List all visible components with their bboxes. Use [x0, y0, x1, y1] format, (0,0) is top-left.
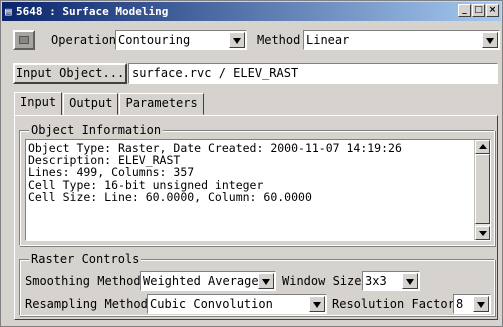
window-title: 5648 : Surface Modeling — [16, 5, 169, 18]
method-value: Linear — [306, 33, 350, 47]
chevron-down-icon[interactable] — [309, 296, 325, 312]
input-object-button[interactable]: Input Object... — [13, 63, 127, 84]
resampling-method-label: Resampling Method — [25, 297, 148, 311]
object-information-lines: Object Type: Raster, Date Created: 2000-… — [28, 142, 402, 203]
window-size-label: Window Size — [282, 274, 362, 288]
operation-value: Contouring — [118, 33, 191, 47]
resolution-factor-value: 8 — [456, 297, 464, 311]
resampling-method-value: Cubic Convolution — [150, 297, 273, 311]
method-select[interactable]: Linear — [303, 30, 500, 50]
vertical-scrollbar[interactable] — [474, 140, 490, 240]
tab-output[interactable]: Output — [63, 93, 119, 115]
raster-controls-title: Raster Controls — [29, 252, 142, 266]
operation-select[interactable]: Contouring — [115, 30, 247, 50]
info-line: Cell Type: 16-bit unsigned integer — [28, 177, 264, 192]
window-size-select[interactable]: 3x3 — [362, 271, 420, 291]
method-label: Method — [257, 33, 301, 47]
operation-label: Operation — [51, 33, 117, 47]
resampling-method-select[interactable]: Cubic Convolution — [147, 294, 327, 314]
module-icon[interactable] — [13, 30, 35, 50]
tab-bar: Input Output Parameters — [14, 92, 205, 116]
object-information-title: Object Information — [29, 123, 164, 137]
minimize-icon[interactable]: _ — [458, 4, 471, 17]
scrollbar-thumb[interactable] — [475, 154, 490, 224]
chevron-down-icon[interactable] — [402, 273, 418, 289]
info-line: Cell Size: Line: 60.0000, Column: 60.000… — [28, 189, 312, 204]
input-object-field[interactable]: surface.rvc / ELEV_RAST — [128, 63, 498, 84]
surface-modeling-window: ▤ 5648 : Surface Modeling _ □ × Operatio… — [0, 0, 503, 327]
chevron-down-icon[interactable] — [482, 32, 498, 48]
window-menu-icon[interactable]: ▤ — [5, 5, 12, 18]
chevron-down-icon[interactable] — [258, 273, 274, 289]
smoothing-method-select[interactable]: Weighted Average — [140, 271, 276, 291]
object-information-text[interactable]: Object Type: Raster, Date Created: 2000-… — [25, 139, 491, 241]
smoothing-method-value: Weighted Average — [143, 274, 258, 288]
info-line: Lines: 499, Columns: 357 — [28, 165, 195, 180]
resolution-factor-label: Resolution Factor — [332, 297, 455, 311]
scroll-down-icon[interactable] — [475, 226, 490, 240]
tab-parameters[interactable]: Parameters — [119, 93, 204, 115]
tab-input[interactable]: Input — [14, 92, 63, 116]
chevron-down-icon[interactable] — [229, 32, 245, 48]
resolution-factor-select[interactable]: 8 — [453, 294, 491, 314]
smoothing-method-label: Smoothing Method — [25, 274, 141, 288]
maximize-icon[interactable]: □ — [472, 4, 485, 17]
chevron-down-icon[interactable] — [473, 296, 489, 312]
window-size-value: 3x3 — [365, 274, 387, 288]
title-bar[interactable]: ▤ 5648 : Surface Modeling _ □ × — [2, 2, 501, 21]
close-icon[interactable]: × — [486, 4, 499, 17]
scroll-up-icon[interactable] — [475, 140, 490, 154]
